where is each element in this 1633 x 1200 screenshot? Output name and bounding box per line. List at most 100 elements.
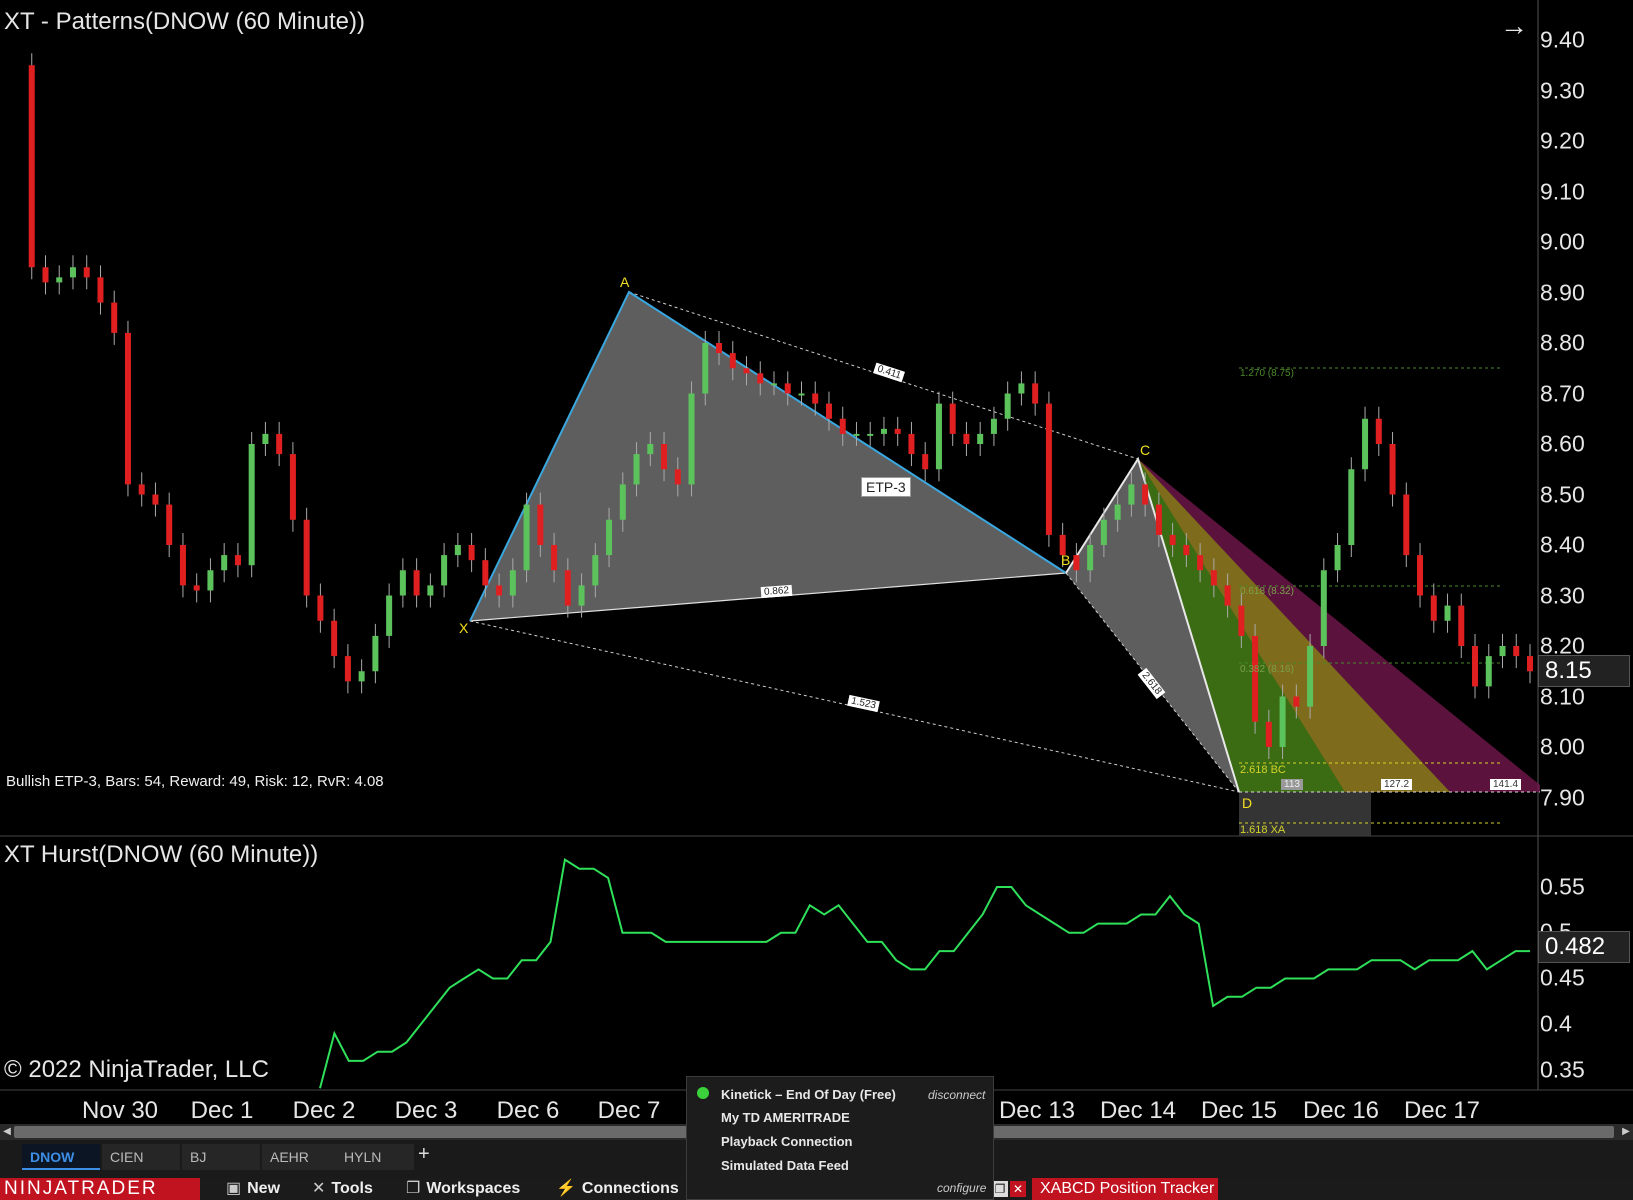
arrow-right-icon[interactable]: → bbox=[1500, 10, 1528, 42]
connection-item-td-ameritrade[interactable]: My TD AMERITRADE bbox=[721, 1110, 850, 1125]
candle-body bbox=[1032, 383, 1039, 404]
add-tab-icon[interactable]: + bbox=[418, 1143, 430, 1166]
scroll-right-icon[interactable]: ▶ bbox=[1619, 1124, 1633, 1140]
tab-cien[interactable]: CIEN bbox=[102, 1144, 180, 1170]
level-label-382: 0.382 (8.16) bbox=[1240, 664, 1294, 675]
date-axis-label: Dec 1 bbox=[190, 1097, 254, 1124]
candle-body bbox=[922, 454, 929, 470]
price-axis-label: 8.00 bbox=[1540, 733, 1585, 760]
candle-body bbox=[880, 428, 887, 434]
pattern-xab-fill bbox=[470, 292, 1066, 621]
candle-body bbox=[69, 267, 76, 278]
candle-body bbox=[1087, 545, 1094, 571]
tab-aehr[interactable]: AEHR bbox=[262, 1144, 340, 1170]
candle-body bbox=[386, 595, 393, 636]
price-chart-canvas[interactable] bbox=[0, 0, 1633, 1200]
candle-body bbox=[1334, 545, 1341, 571]
price-axis-label: 8.80 bbox=[1540, 329, 1585, 356]
candle-body bbox=[248, 444, 255, 566]
candle-body bbox=[372, 635, 379, 672]
candle-body bbox=[716, 343, 723, 354]
workspaces-menu-label: Workspaces bbox=[426, 1180, 521, 1197]
connection-item-simulated[interactable]: Simulated Data Feed bbox=[721, 1158, 849, 1173]
candle-body bbox=[1307, 646, 1314, 707]
price-axis-label: 8.10 bbox=[1540, 683, 1585, 709]
candle-body bbox=[289, 454, 296, 520]
candle-body bbox=[564, 570, 571, 606]
close-window-icon[interactable]: ✕ bbox=[1010, 1181, 1026, 1197]
candle-body bbox=[1499, 646, 1506, 657]
connections-popup: Kinetick – End Of Day (Free) disconnect … bbox=[686, 1076, 994, 1200]
tab-hyln[interactable]: HYLN bbox=[336, 1144, 414, 1170]
connection-item-playback[interactable]: Playback Connection bbox=[721, 1134, 852, 1149]
candle-body bbox=[482, 560, 489, 586]
connections-menu-label: Connections bbox=[581, 1180, 679, 1197]
candle-body bbox=[166, 504, 173, 545]
new-menu[interactable]: ▣ New bbox=[226, 1179, 280, 1199]
candle-body bbox=[1004, 393, 1011, 419]
candle-body bbox=[537, 504, 544, 545]
candle-body bbox=[908, 433, 915, 455]
candle-body bbox=[949, 403, 956, 434]
connection-item-kinetick[interactable]: Kinetick – End Of Day (Free) bbox=[721, 1087, 896, 1102]
candle-body bbox=[331, 620, 338, 657]
pattern-label: ETP-3 bbox=[861, 477, 911, 497]
candle-body bbox=[867, 433, 874, 436]
candle-body bbox=[647, 444, 654, 455]
candle-body bbox=[1252, 635, 1259, 722]
candle-body bbox=[1224, 585, 1231, 606]
candle-body bbox=[28, 65, 35, 268]
copyright-text: © 2022 NinjaTrader, LLC bbox=[4, 1056, 269, 1083]
point-label-d: D bbox=[1242, 795, 1253, 811]
box-label-141: 141.4 bbox=[1490, 779, 1522, 790]
xabcd-position-tracker-tab[interactable]: XABCD Position Tracker bbox=[1032, 1178, 1218, 1200]
scroll-left-icon[interactable]: ◀ bbox=[0, 1124, 14, 1140]
candle-body bbox=[1320, 570, 1327, 646]
price-axis-label: 8.70 bbox=[1540, 380, 1585, 406]
tools-menu[interactable]: ✕ Tools bbox=[312, 1179, 373, 1199]
candle-body bbox=[1293, 696, 1300, 707]
candle-body bbox=[42, 267, 49, 283]
price-axis-label: 8.60 bbox=[1540, 430, 1585, 457]
price-axis-label: 9.20 bbox=[1540, 127, 1585, 154]
ninjatrader-logo[interactable]: NINJATRADER bbox=[0, 1178, 200, 1200]
disconnect-link[interactable]: disconnect bbox=[928, 1088, 985, 1102]
candle-body bbox=[1045, 403, 1052, 535]
connections-menu[interactable]: ⚡ Connections bbox=[556, 1179, 679, 1199]
candle-body bbox=[1128, 484, 1135, 505]
candle-body bbox=[633, 454, 640, 485]
tab-dnow[interactable]: DNOW bbox=[22, 1144, 100, 1170]
box-label-113: 113 bbox=[1281, 779, 1303, 790]
restore-window-icon[interactable]: ❐ bbox=[992, 1181, 1008, 1197]
candle-body bbox=[784, 383, 791, 394]
configure-link[interactable]: configure bbox=[937, 1181, 986, 1195]
candle-body bbox=[454, 545, 461, 556]
hurst-axis-label: 0.4 bbox=[1540, 1010, 1572, 1037]
candle-body bbox=[619, 484, 626, 520]
new-window-icon: ▣ bbox=[226, 1180, 242, 1197]
hurst-axis-label: 0.55 bbox=[1540, 873, 1585, 900]
date-axis-label: Dec 6 bbox=[496, 1097, 560, 1124]
price-axis-label: 9.10 bbox=[1540, 178, 1585, 204]
candle-body bbox=[1169, 534, 1176, 545]
candle-body bbox=[399, 570, 406, 596]
ratio-label-xb: 0.862 bbox=[760, 584, 793, 599]
candle-body bbox=[1073, 555, 1080, 571]
candle-body bbox=[358, 671, 365, 682]
candle-body bbox=[152, 494, 159, 505]
candle-body bbox=[935, 403, 942, 470]
hurst-line bbox=[319, 857, 1530, 1089]
date-axis-label: Dec 17 bbox=[1403, 1097, 1481, 1124]
candle-body bbox=[509, 570, 516, 596]
price-axis-label: 8.50 bbox=[1540, 481, 1585, 507]
candle-body bbox=[276, 433, 283, 455]
level-label-xa: 1.618 XA bbox=[1240, 824, 1286, 836]
workspaces-menu[interactable]: ❐ Workspaces bbox=[406, 1179, 520, 1199]
tab-bj[interactable]: BJ bbox=[182, 1144, 260, 1170]
candle-body bbox=[963, 433, 970, 444]
price-axis-label: 8.40 bbox=[1540, 531, 1585, 558]
plug-icon: ⚡ bbox=[556, 1180, 576, 1197]
candle-body bbox=[179, 545, 186, 586]
level-label-bc: 2.618 BC bbox=[1240, 764, 1286, 776]
candle-body bbox=[1458, 605, 1465, 646]
